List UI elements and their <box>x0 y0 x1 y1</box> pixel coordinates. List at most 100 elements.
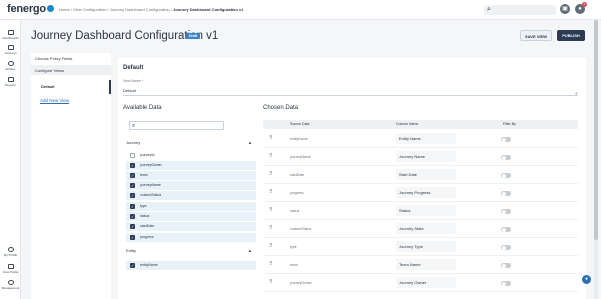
fenergo-logo[interactable]: fenergo <box>7 3 54 15</box>
nav-label: Management <box>1 286 20 290</box>
drag-handle-icon[interactable]: ⠿ <box>269 262 273 267</box>
filter-toggle[interactable] <box>501 209 511 214</box>
view-item-label: Default <box>41 84 55 89</box>
filter-toggle[interactable] <box>501 245 511 250</box>
table-header: Source Data Column Name Filter By <box>263 120 578 129</box>
field-search-input[interactable]: ⌕ <box>129 121 224 130</box>
chosen-data-title: Chosen Data <box>263 105 299 111</box>
left-navigation: Dashboards Journeys Entities Reports My … <box>0 20 21 299</box>
column-name-input[interactable]: Journey State <box>396 223 456 234</box>
drag-handle-icon[interactable]: ⠿ <box>269 226 273 231</box>
help-button[interactable]: ● <box>582 275 591 284</box>
view-heading: Default <box>123 65 144 71</box>
global-search-input[interactable]: ⌕ <box>484 5 556 15</box>
page-scrollbar[interactable] <box>594 20 598 299</box>
checkbox[interactable] <box>130 153 135 158</box>
list-item[interactable]: ✓ type <box>126 202 256 211</box>
filter-toggle[interactable] <box>501 173 511 178</box>
view-name-input[interactable]: Default ◢ <box>123 86 578 96</box>
column-name-input[interactable]: Status <box>396 205 456 216</box>
drag-handle-icon[interactable]: ⠿ <box>269 190 273 195</box>
drag-handle-icon[interactable]: ⠿ <box>269 154 273 159</box>
filter-toggle[interactable] <box>501 281 511 286</box>
group-label: Entity <box>126 248 137 253</box>
list-item[interactable]: ✓ startDate <box>126 222 256 231</box>
drag-handle-icon[interactable]: ⠿ <box>269 244 273 249</box>
dashboard-icon <box>7 30 14 35</box>
column-name-input[interactable]: Journey Progress <box>396 187 456 198</box>
available-data-list: ⌕ Journey ▲ journeyId ✓ journeyOwner ✓ team… <box>123 115 256 299</box>
choose-policy-fields-link[interactable]: Choose Policy Fields <box>35 56 72 61</box>
drag-handle-icon[interactable]: ⠿ <box>269 280 273 285</box>
inbox-icon: ▣ <box>562 6 568 12</box>
column-name-input[interactable]: Start Date <box>396 169 456 180</box>
save-view-button[interactable]: SAVE VIEW <box>520 30 552 41</box>
list-item[interactable]: ✓ customStatus <box>126 191 256 200</box>
group-header-entity[interactable]: Entity ▲ <box>126 247 256 255</box>
field-label: journeyId <box>140 153 155 157</box>
table-row: ⠿ entityName Entity Name <box>263 130 578 148</box>
top-bar: fenergo Home / View Configuration / Jour… <box>0 0 601 20</box>
list-item[interactable]: ✓ status <box>126 212 256 221</box>
configure-views-tab[interactable]: Configure Views <box>31 65 111 75</box>
nav-label: View Profile <box>2 270 19 274</box>
notifications-button[interactable]: ▣ <box>560 4 570 14</box>
view-name-label: View Name * <box>123 79 144 83</box>
checkbox[interactable]: ✓ <box>130 163 135 168</box>
field-label: journeyOwner <box>140 163 162 167</box>
view-profile-icon <box>7 264 14 269</box>
list-item[interactable]: ✓ journeyOwner <box>126 161 256 170</box>
nav-journeys[interactable]: Journeys <box>0 45 21 55</box>
chevron-up-icon: ▲ <box>248 248 252 253</box>
nav-management[interactable]: Management <box>0 280 21 290</box>
nav-entities[interactable]: Entities <box>0 61 21 71</box>
list-item[interactable]: journeyId <box>126 151 256 160</box>
column-name-input[interactable]: Journey Name <box>396 151 456 162</box>
checkbox[interactable]: ✓ <box>130 204 135 209</box>
checkbox[interactable]: ✓ <box>130 173 135 178</box>
list-item[interactable]: ✓ progress <box>126 233 256 242</box>
breadcrumb-path[interactable]: Home / View Configuration / Journey Dash… <box>59 7 173 12</box>
nav-dashboards[interactable]: Dashboards <box>0 30 21 40</box>
filter-toggle[interactable] <box>501 137 511 142</box>
list-item[interactable]: ✓ journeyName <box>126 181 256 190</box>
drag-handle-icon[interactable]: ⠿ <box>269 172 273 177</box>
checkbox[interactable]: ✓ <box>130 183 135 188</box>
nav-reports[interactable]: Reports <box>0 77 21 87</box>
view-item-default[interactable]: Default <box>35 80 111 94</box>
nav-my-profile[interactable]: My Profile <box>0 247 21 257</box>
column-name-input[interactable]: Team Name <box>396 259 456 270</box>
source-field: type <box>290 245 297 249</box>
column-name-input[interactable]: Entity Name <box>396 133 456 144</box>
checkbox[interactable]: ✓ <box>130 214 135 219</box>
table-row: ⠿ status Status <box>263 202 578 220</box>
policy-panel: Choose Policy Fields Configure Views Def… <box>31 53 111 299</box>
scrollbar-thumb[interactable] <box>594 20 598 240</box>
checkbox[interactable]: ✓ <box>130 224 135 229</box>
filter-toggle[interactable] <box>501 155 511 160</box>
add-new-view-link[interactable]: Add New View <box>40 98 69 103</box>
column-name-input[interactable]: Journey Owner <box>396 277 456 288</box>
filter-toggle[interactable] <box>501 263 511 268</box>
folder-icon <box>7 45 14 50</box>
field-label: startDate <box>140 224 155 228</box>
column-name-input[interactable]: Journey Type <box>396 241 456 252</box>
list-item[interactable]: ✓ entityName <box>126 261 256 270</box>
publish-button[interactable]: PUBLISH <box>557 30 585 41</box>
search-icon: ⌕ <box>132 123 136 129</box>
drag-handle-icon[interactable]: ⠿ <box>269 208 273 213</box>
filter-toggle[interactable] <box>501 191 511 196</box>
table-row: ⠿ journeyOwner Journey Owner <box>263 274 578 292</box>
checkbox[interactable]: ✓ <box>130 263 135 268</box>
nav-view-profile[interactable]: View Profile <box>0 264 21 274</box>
profile-icon <box>7 247 14 252</box>
filter-toggle[interactable] <box>501 227 511 232</box>
table-row: ⠿ customStatus Journey State <box>263 220 578 238</box>
view-config-panel: Default View Name * Default ◢ Available D… <box>118 58 586 299</box>
group-header-journey[interactable]: Journey ▲ <box>126 139 256 147</box>
drag-handle-icon[interactable]: ⠿ <box>269 136 273 141</box>
column-name-value: Journey State <box>399 226 424 231</box>
checkbox[interactable]: ✓ <box>130 193 135 198</box>
list-item[interactable]: ✓ team <box>126 171 256 180</box>
checkbox[interactable]: ✓ <box>130 235 135 240</box>
